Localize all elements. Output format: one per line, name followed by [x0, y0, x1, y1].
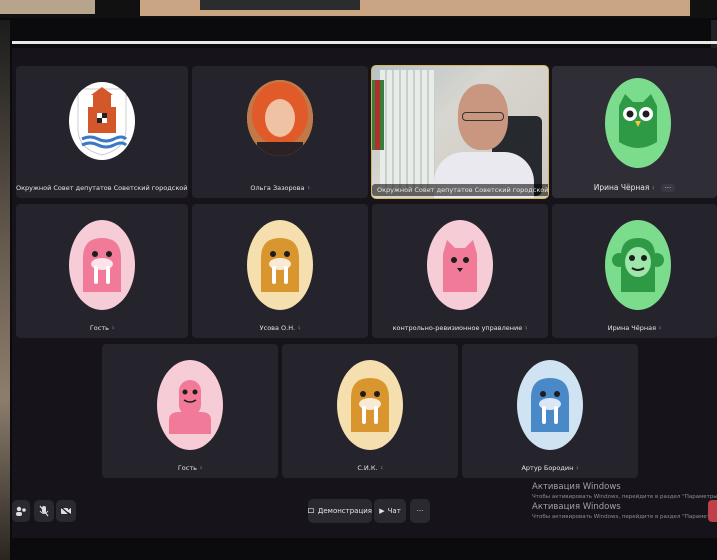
- chat-label: Чат: [387, 507, 401, 515]
- watermark-title-2: Активация Windows: [532, 502, 621, 512]
- participant-name: Артур Бородин ♮: [521, 464, 579, 472]
- walrus-icon: [337, 360, 403, 450]
- video-flag-stripe: [375, 80, 380, 150]
- participant-name: Гость ♮: [177, 464, 203, 472]
- participant-name: С.И.К. ♮: [357, 464, 383, 472]
- more-icon: ···: [416, 507, 424, 515]
- participant-tile[interactable]: Гость ♮: [102, 344, 278, 478]
- mic-off-icon: ♮: [652, 185, 655, 192]
- monkey-icon: [605, 220, 671, 310]
- walrus-icon: [247, 220, 313, 310]
- participant-tile[interactable]: Ольга Зазорова ♮: [192, 66, 368, 198]
- mic-off-icon: ♮: [199, 465, 203, 472]
- mic-off-icon: ♮: [298, 325, 301, 332]
- mic-off-icon: ♮: [380, 465, 383, 472]
- mic-off-icon: [39, 505, 49, 517]
- screen-share-icon: [308, 508, 314, 513]
- participant-tile[interactable]: контрольно-ревизионное управление ♮: [372, 204, 548, 338]
- mic-off-icon: ♮: [576, 465, 579, 472]
- more-options-button[interactable]: ···: [410, 499, 430, 523]
- participant-name: Гость ♮: [89, 324, 115, 332]
- photo-desk-left: [0, 0, 95, 14]
- mute-button[interactable]: [34, 500, 54, 522]
- participant-video-tile[interactable]: Окружной Совет депутатов Советский город…: [371, 65, 549, 199]
- chat-button[interactable]: ▶ Чат: [374, 499, 406, 523]
- people-icon: [16, 506, 26, 516]
- participant-name: Окружной Совет депутатов Советский город…: [372, 184, 548, 196]
- participant-tile[interactable]: Ирина Чёрная ♮: [552, 204, 717, 338]
- screen-share-button[interactable]: Демонстрация: [308, 499, 372, 523]
- mic-off-icon: ♮: [525, 325, 528, 332]
- participant-more-button[interactable]: ···: [660, 184, 676, 192]
- owl-icon: [605, 78, 671, 168]
- play-icon: ▶: [379, 507, 385, 515]
- participant-tile[interactable]: Ирина Чёрная ♮ ···: [552, 66, 717, 198]
- monitor-top-bar: [12, 41, 717, 44]
- watermark-text: Чтобы активировать Windows, перейдите в …: [532, 494, 717, 500]
- video-window-blinds: [380, 70, 435, 190]
- user-photo-avatar: [247, 80, 313, 156]
- mic-off-icon: ♮: [111, 325, 115, 332]
- cat-icon: [427, 220, 493, 310]
- photo-keyboard: [200, 0, 360, 10]
- participant-name: Усова О.Н. ♮: [259, 324, 301, 332]
- walrus-icon: [69, 220, 135, 310]
- mic-off-icon: ♮: [659, 325, 662, 332]
- participant-tile[interactable]: Гость ♮: [16, 204, 188, 338]
- walrus-icon: [517, 360, 583, 450]
- watermark-text-2: Чтобы активировать Windows, перейдите в …: [532, 514, 717, 520]
- participant-name: Ольга Зазорова ♮: [250, 184, 310, 192]
- participant-name: Ирина Чёрная ♮: [607, 324, 662, 332]
- coat-of-arms-icon: [69, 82, 135, 160]
- participant-tile[interactable]: С.И.К. ♮: [282, 344, 458, 478]
- participant-name: контрольно-ревизионное управление ♮: [392, 324, 528, 332]
- mic-off-icon: ♮: [307, 185, 310, 192]
- turtle-icon: [157, 360, 223, 450]
- participant-tile[interactable]: Усова О.Н. ♮: [192, 204, 368, 338]
- participant-name: Окружной Совет депутатов Советский город…: [16, 184, 188, 192]
- screen-share-label: Демонстрация: [317, 507, 372, 515]
- watermark-title: Активация Windows: [532, 482, 621, 492]
- participant-tile[interactable]: Окружной Совет депутатов Советский город…: [16, 66, 188, 198]
- participant-video: [372, 66, 548, 198]
- add-participant-button[interactable]: [12, 500, 30, 522]
- camera-off-icon: [60, 506, 71, 516]
- windows-activation-watermark: Активация Windows Чтобы активировать Win…: [532, 482, 717, 522]
- participant-tile[interactable]: Артур Бородин ♮: [462, 344, 638, 478]
- conference-app: Окружной Совет депутатов Советский город…: [12, 48, 717, 538]
- participant-name: Ирина Чёрная ♮ ···: [552, 183, 717, 192]
- camera-button[interactable]: [56, 500, 76, 522]
- video-person-glasses: [462, 112, 504, 121]
- leave-call-button[interactable]: [708, 500, 717, 522]
- photo-top-edge: [0, 0, 717, 18]
- photo-left-edge: [0, 20, 10, 560]
